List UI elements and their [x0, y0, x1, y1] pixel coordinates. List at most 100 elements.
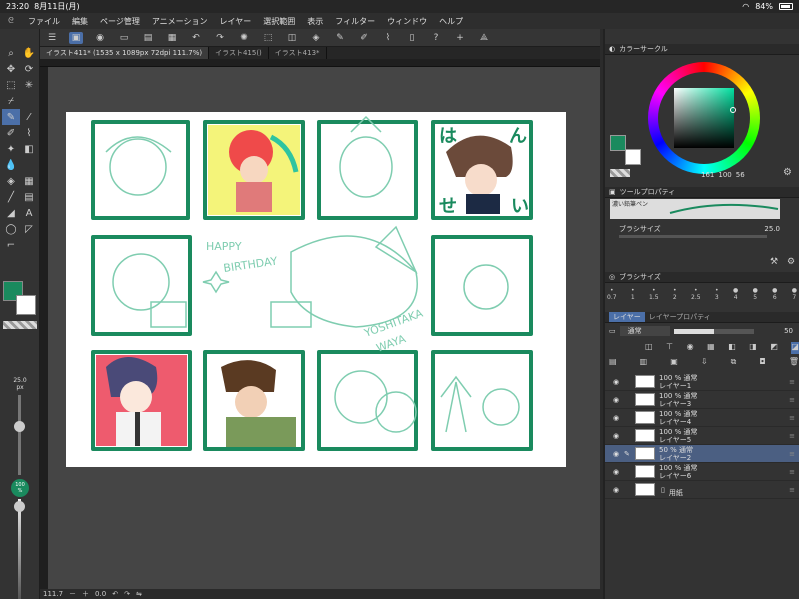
layer-row[interactable]: ◉ 100 % 通常 レイヤー1 ≡	[605, 373, 799, 391]
layer-color-icon[interactable]: ◪	[791, 342, 799, 354]
new-vector-layer-icon[interactable]: ▥	[640, 357, 648, 369]
eraser-tool-icon[interactable]: ◧	[20, 141, 38, 157]
blend-mode-select[interactable]: 通常	[619, 326, 670, 336]
mask-layer-icon[interactable]: ◘	[759, 357, 765, 369]
visibility-eye-icon[interactable]: ◉	[611, 468, 621, 476]
zoom-tool-icon[interactable]: ⌕	[2, 45, 20, 61]
correct-line-tool-icon[interactable]: ⌐	[2, 237, 20, 253]
angle-value[interactable]: 0.0	[95, 590, 106, 598]
drag-handle-icon[interactable]: ≡	[789, 396, 795, 404]
drag-handle-icon[interactable]: ≡	[789, 468, 795, 476]
brush-preset[interactable]: ● 6	[772, 287, 777, 301]
layer-folder-icon[interactable]: ▭	[609, 327, 616, 335]
brush-preset[interactable]: • 2.5	[691, 287, 701, 301]
zoom-out-icon[interactable]: －	[69, 589, 76, 599]
sub-color-swatch[interactable]	[16, 295, 36, 315]
brush-preset[interactable]: ● 7	[792, 287, 797, 301]
layer-opacity-value[interactable]: 50	[784, 327, 793, 335]
line-tool-icon[interactable]: ◸	[20, 221, 38, 237]
tab-illust-415[interactable]: イラスト415()	[209, 47, 269, 59]
help-icon[interactable]: ?	[429, 32, 443, 44]
balloon-tool-icon[interactable]: ◯	[2, 221, 20, 237]
brush-preset[interactable]: • 3	[715, 287, 719, 301]
loading-icon[interactable]: ✺	[237, 32, 251, 44]
visibility-eye-icon[interactable]: ◉	[611, 450, 621, 458]
canvas-area[interactable]: HAPPY BIRTHDAY YOSHITAKA WAYA は ん せ い	[40, 59, 600, 589]
menu-help[interactable]: ヘルプ	[433, 16, 469, 27]
new-file-icon[interactable]: ▭	[117, 32, 131, 44]
plus-icon[interactable]: +	[453, 32, 467, 44]
ruler-tool-icon[interactable]: ◢	[2, 205, 20, 221]
tool-property-wrench-icon[interactable]: ⚒	[770, 257, 778, 267]
visibility-eye-icon[interactable]: ◉	[611, 432, 621, 440]
layer-row[interactable]: ◉ 100 % 通常 レイヤー5 ≡	[605, 427, 799, 445]
lock-transparency-icon[interactable]: ▦	[707, 342, 715, 354]
ruler-layer-icon[interactable]: ◨	[749, 342, 757, 354]
color-wheel[interactable]	[648, 62, 760, 174]
lock-icon[interactable]: ◫	[645, 342, 653, 354]
fill-icon[interactable]: ◈	[309, 32, 323, 44]
brush-preset[interactable]: • 1.5	[649, 287, 659, 301]
tab-layer[interactable]: レイヤー	[609, 312, 645, 322]
saturation-value-square[interactable]	[674, 88, 734, 148]
menu-file[interactable]: ファイル	[22, 16, 66, 27]
drag-handle-icon[interactable]: ≡	[789, 450, 795, 458]
menu-page[interactable]: ページ管理	[94, 16, 146, 27]
layer-row[interactable]: ◉ 100 % 通常 レイヤー4 ≡	[605, 409, 799, 427]
brush-preset[interactable]: ● 5	[753, 287, 758, 301]
marquee-tool-icon[interactable]: ⬚	[2, 77, 20, 93]
ruler-pen-icon[interactable]: ✐	[357, 32, 371, 44]
visibility-eye-icon[interactable]: ◉	[611, 378, 621, 386]
opacity-slider-knob[interactable]	[14, 501, 25, 512]
copy-layer-icon[interactable]: ⧉	[731, 357, 737, 369]
rotate-left-icon[interactable]: ↶	[112, 590, 118, 598]
brush-size-slider[interactable]	[14, 395, 25, 475]
drag-handle-icon[interactable]: ≡	[789, 432, 795, 440]
visibility-eye-icon[interactable]: ◉	[611, 414, 621, 422]
color-picker-point[interactable]	[730, 107, 736, 113]
brush-preset[interactable]: • 1	[631, 287, 635, 301]
visibility-eye-icon[interactable]: ◉	[611, 486, 621, 494]
hamburger-icon[interactable]: ☰	[45, 32, 59, 44]
menu-selection[interactable]: 選択範囲	[257, 16, 301, 27]
gradient-tool-icon[interactable]: ▦	[20, 173, 38, 189]
menu-window[interactable]: ウィンドウ	[381, 16, 433, 27]
drag-handle-icon[interactable]: ≡	[789, 414, 795, 422]
text-tool-icon[interactable]: A	[20, 205, 38, 221]
frame-tool-icon[interactable]: ▤	[20, 189, 38, 205]
brush-tool-icon[interactable]: ✐	[2, 125, 20, 141]
drawing-paper[interactable]: HAPPY BIRTHDAY YOSHITAKA WAYA は ん せ い	[66, 112, 566, 467]
pencil-tool-icon[interactable]: ⁄	[20, 109, 38, 125]
redo-icon[interactable]: ↷	[213, 32, 227, 44]
visibility-eye-icon[interactable]: ◉	[611, 396, 621, 404]
tab-illust-413[interactable]: イラスト413*	[269, 47, 327, 59]
tab-illust-411[interactable]: イラスト411* (1535 x 1089px 72dpi 111.7%)	[40, 47, 210, 59]
tab-layer-property[interactable]: レイヤープロパティ	[649, 312, 711, 322]
undo-icon[interactable]: ↶	[189, 32, 203, 44]
drag-handle-icon[interactable]: ≡	[789, 486, 795, 494]
drag-handle-icon[interactable]: ≡	[789, 378, 795, 386]
brush-size-row[interactable]: ブラシサイズ 25.0	[619, 224, 794, 234]
rotate-right-icon[interactable]: ↷	[124, 590, 130, 598]
transform-icon[interactable]: ◫	[285, 32, 299, 44]
eyedropper-tool-icon[interactable]: ⌿	[2, 93, 20, 109]
select-icon[interactable]: ⬚	[261, 32, 275, 44]
panel-main-color[interactable]	[610, 135, 626, 151]
clip-icon[interactable]: ⊤	[666, 342, 673, 354]
layer-row[interactable]: ◉ 100 % 通常 レイヤー3 ≡	[605, 391, 799, 409]
menu-edit[interactable]: 編集	[66, 16, 94, 27]
mask-icon[interactable]: ◧	[728, 342, 736, 354]
reference-icon[interactable]: ◉	[687, 342, 694, 354]
clip-studio-logo-icon[interactable]: ᘓ	[0, 16, 22, 26]
hand-tool-icon[interactable]: ✋	[20, 45, 38, 61]
new-raster-layer-icon[interactable]: ▤	[609, 357, 617, 369]
brush-size-bar[interactable]	[619, 235, 767, 238]
color-settings-icon[interactable]: ⚙	[783, 167, 792, 178]
menu-animation[interactable]: アニメーション	[146, 16, 214, 27]
airbrush-tool-icon[interactable]: ⌇	[20, 125, 38, 141]
figure-tool-icon[interactable]: ╱	[2, 189, 20, 205]
frame-icon[interactable]: ▣	[69, 31, 83, 44]
flip-icon[interactable]: ⇋	[136, 590, 142, 598]
save-icon[interactable]: ▦	[165, 32, 179, 44]
menu-layer[interactable]: レイヤー	[214, 16, 258, 27]
